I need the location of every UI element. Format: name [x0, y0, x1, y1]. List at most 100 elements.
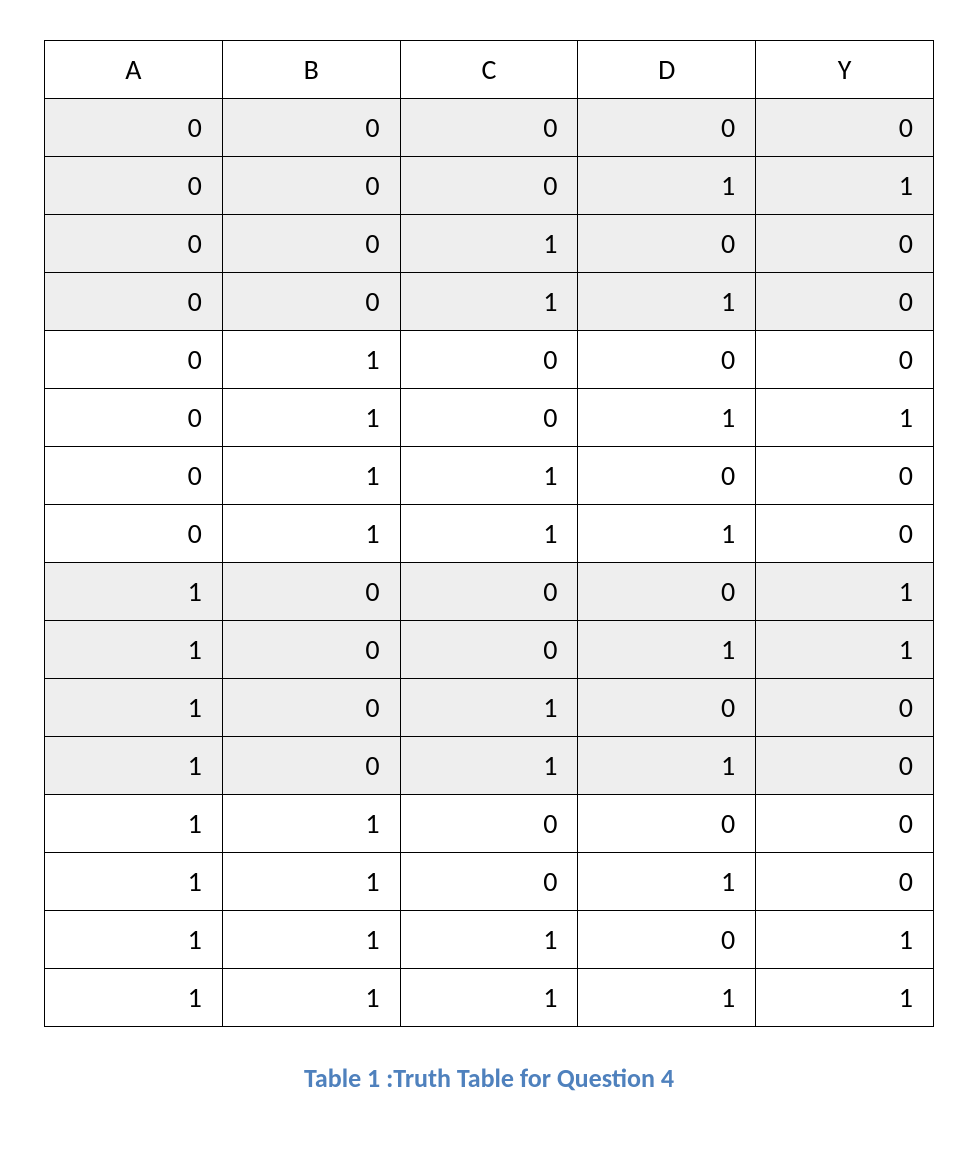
table-cell: 1 — [400, 679, 578, 737]
table-row: 00110 — [45, 273, 934, 331]
table-cell: 0 — [400, 853, 578, 911]
table-cell: 0 — [400, 99, 578, 157]
table-cell: 0 — [45, 505, 223, 563]
table-cell: 1 — [578, 621, 756, 679]
table-row: 11111 — [45, 969, 934, 1027]
table-cell: 1 — [756, 389, 934, 447]
table-row: 01000 — [45, 331, 934, 389]
truth-table: A B C D Y 000000001100100001100100001011… — [44, 40, 934, 1027]
table-cell: 1 — [222, 969, 400, 1027]
table-cell: 0 — [756, 273, 934, 331]
table-cell: 0 — [400, 795, 578, 853]
table-row: 10110 — [45, 737, 934, 795]
table-cell: 0 — [578, 911, 756, 969]
table-row: 01100 — [45, 447, 934, 505]
table-cell: 0 — [756, 795, 934, 853]
table-cell: 0 — [400, 389, 578, 447]
col-header: B — [222, 41, 400, 99]
table-cell: 1 — [400, 505, 578, 563]
col-header: D — [578, 41, 756, 99]
table-cell: 1 — [45, 853, 223, 911]
table-cell: 1 — [400, 273, 578, 331]
table-cell: 0 — [222, 563, 400, 621]
table-row: 00100 — [45, 215, 934, 273]
table-cell: 1 — [400, 215, 578, 273]
table-row: 00000 — [45, 99, 934, 157]
table-cell: 0 — [578, 679, 756, 737]
table-cell: 0 — [400, 621, 578, 679]
table-cell: 0 — [45, 447, 223, 505]
table-cell: 1 — [578, 969, 756, 1027]
table-cell: 0 — [756, 505, 934, 563]
table-cell: 1 — [45, 679, 223, 737]
table-cell: 0 — [578, 563, 756, 621]
table-cell: 1 — [578, 157, 756, 215]
table-cell: 0 — [578, 795, 756, 853]
table-cell: 0 — [756, 331, 934, 389]
table-cell: 1 — [45, 969, 223, 1027]
col-header: A — [45, 41, 223, 99]
table-cell: 1 — [45, 563, 223, 621]
table-cell: 1 — [400, 911, 578, 969]
table-row: 10100 — [45, 679, 934, 737]
table-cell: 0 — [222, 99, 400, 157]
table-cell: 1 — [45, 737, 223, 795]
table-cell: 0 — [222, 621, 400, 679]
table-cell: 1 — [756, 157, 934, 215]
table-header-row: A B C D Y — [45, 41, 934, 99]
table-cell: 1 — [578, 737, 756, 795]
table-cell: 0 — [756, 215, 934, 273]
table-row: 11010 — [45, 853, 934, 911]
table-cell: 1 — [756, 911, 934, 969]
table-cell: 1 — [578, 505, 756, 563]
table-cell: 1 — [756, 563, 934, 621]
table-row: 11101 — [45, 911, 934, 969]
table-cell: 1 — [222, 853, 400, 911]
table-cell: 0 — [45, 389, 223, 447]
table-cell: 1 — [578, 853, 756, 911]
table-cell: 0 — [400, 157, 578, 215]
table-row: 11000 — [45, 795, 934, 853]
table-cell: 0 — [222, 273, 400, 331]
table-row: 01110 — [45, 505, 934, 563]
table-cell: 0 — [222, 215, 400, 273]
table-cell: 1 — [578, 273, 756, 331]
col-header: C — [400, 41, 578, 99]
table-row: 01011 — [45, 389, 934, 447]
table-cell: 1 — [400, 447, 578, 505]
table-cell: 0 — [756, 447, 934, 505]
table-cell: 0 — [400, 563, 578, 621]
table-cell: 0 — [578, 215, 756, 273]
table-cell: 1 — [45, 621, 223, 679]
table-cell: 0 — [45, 273, 223, 331]
table-cell: 1 — [222, 795, 400, 853]
table-cell: 0 — [756, 737, 934, 795]
table-cell: 0 — [756, 853, 934, 911]
table-cell: 0 — [578, 99, 756, 157]
table-cell: 1 — [222, 389, 400, 447]
table-cell: 0 — [756, 99, 934, 157]
table-row: 00011 — [45, 157, 934, 215]
table-row: 10001 — [45, 563, 934, 621]
table-cell: 1 — [222, 331, 400, 389]
table-cell: 1 — [400, 737, 578, 795]
table-cell: 0 — [400, 331, 578, 389]
table-cell: 0 — [45, 331, 223, 389]
table-cell: 0 — [756, 679, 934, 737]
col-header: Y — [756, 41, 934, 99]
table-cell: 1 — [45, 795, 223, 853]
table-caption: Table 1 :Truth Table for Question 4 — [40, 1062, 938, 1094]
table-cell: 0 — [222, 157, 400, 215]
table-cell: 0 — [45, 157, 223, 215]
table-cell: 0 — [578, 447, 756, 505]
table-cell: 1 — [400, 969, 578, 1027]
table-cell: 0 — [45, 215, 223, 273]
table-cell: 0 — [45, 99, 223, 157]
table-cell: 1 — [222, 447, 400, 505]
table-cell: 1 — [756, 621, 934, 679]
table-cell: 0 — [222, 737, 400, 795]
table-cell: 1 — [222, 505, 400, 563]
table-cell: 0 — [222, 679, 400, 737]
table-cell: 0 — [578, 331, 756, 389]
table-cell: 1 — [756, 969, 934, 1027]
